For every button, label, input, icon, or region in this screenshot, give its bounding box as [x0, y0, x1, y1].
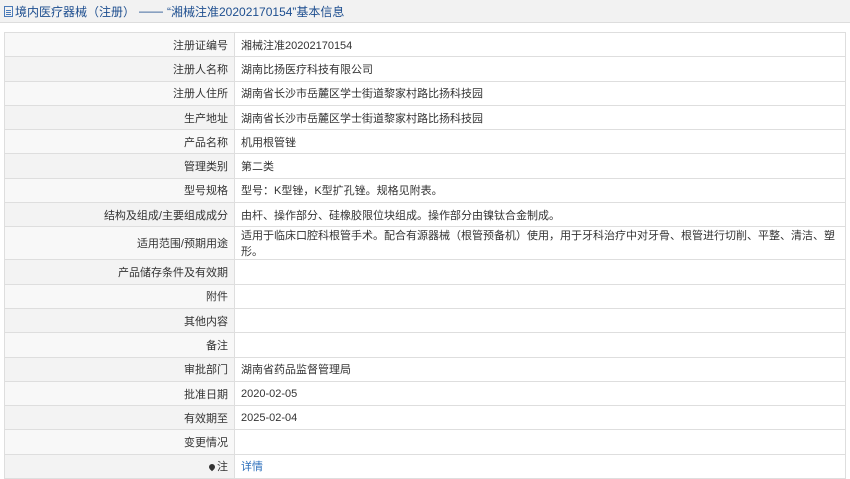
table-row: 注册人名称 湖南比扬医疗科技有限公司 — [4, 56, 846, 82]
row-label: 型号规格 — [4, 177, 235, 204]
row-value: 适用于临床口腔科根管手术。配合有源器械（根管预备机）使用，用于牙科治疗中对牙骨、… — [234, 226, 846, 261]
row-label: 批准日期 — [4, 380, 235, 407]
row-value: 2020-02-05 — [234, 380, 846, 407]
table-row: 管理类别 第二类 — [4, 153, 846, 179]
row-label: 有效期至 — [4, 405, 235, 431]
page-header: 境内医疗器械（注册） —— “湘械注准20202170154”基本信息 — [0, 0, 850, 23]
table-row: 注册人住所 湖南省长沙市岳麓区学士街道黎家村路比扬科技园 — [4, 80, 846, 106]
row-value: 湖南省药品监督管理局 — [234, 356, 846, 382]
note-value-cell: 详情 — [234, 453, 846, 479]
row-value: 由杆、操作部分、硅橡胶限位块组成。操作部分由镍钛合金制成。 — [234, 202, 846, 228]
table-row: 产品储存条件及有效期 — [4, 259, 846, 285]
row-label: 其他内容 — [4, 307, 235, 334]
note-label: 注 — [217, 461, 228, 474]
note-label-cell: 注 — [4, 453, 235, 479]
row-label: 产品储存条件及有效期 — [4, 259, 235, 285]
table-row: 型号规格 型号：K型锉，K型扩孔锉。规格见附表。 — [4, 177, 846, 204]
table-row: 生产地址 湖南省长沙市岳麓区学士街道黎家村路比扬科技园 — [4, 104, 846, 131]
table-row: 备注 — [4, 332, 846, 358]
note-row: 注 详情 — [4, 453, 846, 479]
row-value — [234, 429, 846, 455]
table-row: 批准日期 2020-02-05 — [4, 380, 846, 407]
table-row: 附件 — [4, 283, 846, 309]
details-link[interactable]: 详情 — [241, 461, 263, 473]
info-table: 注册证编号 湘械注准20202170154 注册人名称 湖南比扬医疗科技有限公司 注… — [4, 31, 846, 479]
row-value — [234, 283, 846, 309]
info-table-wrapper: 注册证编号 湘械注准20202170154 注册人名称 湖南比扬医疗科技有限公司 注… — [4, 31, 846, 479]
table-row: 适用范围/预期用途 适用于临床口腔科根管手术。配合有源器械（根管预备机）使用，用于… — [4, 226, 846, 261]
row-label: 注册证编号 — [4, 31, 235, 58]
row-label: 适用范围/预期用途 — [4, 226, 235, 261]
row-label: 备注 — [4, 332, 235, 358]
row-label: 变更情况 — [4, 429, 235, 455]
row-label: 结构及组成/主要组成成分 — [4, 202, 235, 228]
row-value — [234, 332, 846, 358]
table-row: 结构及组成/主要组成成分 由杆、操作部分、硅橡胶限位块组成。操作部分由镍钛合金制成… — [4, 202, 846, 228]
table-row: 产品名称 机用根管锉 — [4, 129, 846, 155]
row-label: 产品名称 — [4, 129, 235, 155]
table-row: 注册证编号 湘械注准20202170154 — [4, 31, 846, 58]
header-separator: —— — [139, 4, 164, 18]
row-label: 注册人住所 — [4, 80, 235, 106]
document-icon — [4, 5, 13, 17]
row-value: 第二类 — [234, 153, 846, 179]
row-value: 湘械注准20202170154 — [234, 31, 846, 58]
row-label: 审批部门 — [4, 356, 235, 382]
row-label: 注册人名称 — [4, 56, 235, 82]
row-value: 机用根管锉 — [234, 129, 846, 155]
table-row: 其他内容 — [4, 307, 846, 334]
row-value: 湖南省长沙市岳麓区学士街道黎家村路比扬科技园 — [234, 80, 846, 106]
row-value — [234, 307, 846, 334]
row-value — [234, 259, 846, 285]
table-row: 审批部门 湖南省药品监督管理局 — [4, 356, 846, 382]
row-value: 型号：K型锉，K型扩孔锉。规格见附表。 — [234, 177, 846, 204]
row-label: 生产地址 — [4, 104, 235, 131]
row-value: 湖南比扬医疗科技有限公司 — [234, 56, 846, 82]
table-row: 变更情况 — [4, 429, 846, 455]
row-label: 附件 — [4, 283, 235, 309]
row-value: 湖南省长沙市岳麓区学士街道黎家村路比扬科技园 — [234, 104, 846, 131]
header-title-suffix: “湘械注准20202170154”基本信息 — [167, 4, 345, 19]
row-value: 2025-02-04 — [234, 405, 846, 431]
row-label: 管理类别 — [4, 153, 235, 179]
header-title-prefix: 境内医疗器械（注册） — [15, 4, 136, 19]
location-pin-icon — [207, 463, 217, 472]
table-row: 有效期至 2025-02-04 — [4, 405, 846, 431]
